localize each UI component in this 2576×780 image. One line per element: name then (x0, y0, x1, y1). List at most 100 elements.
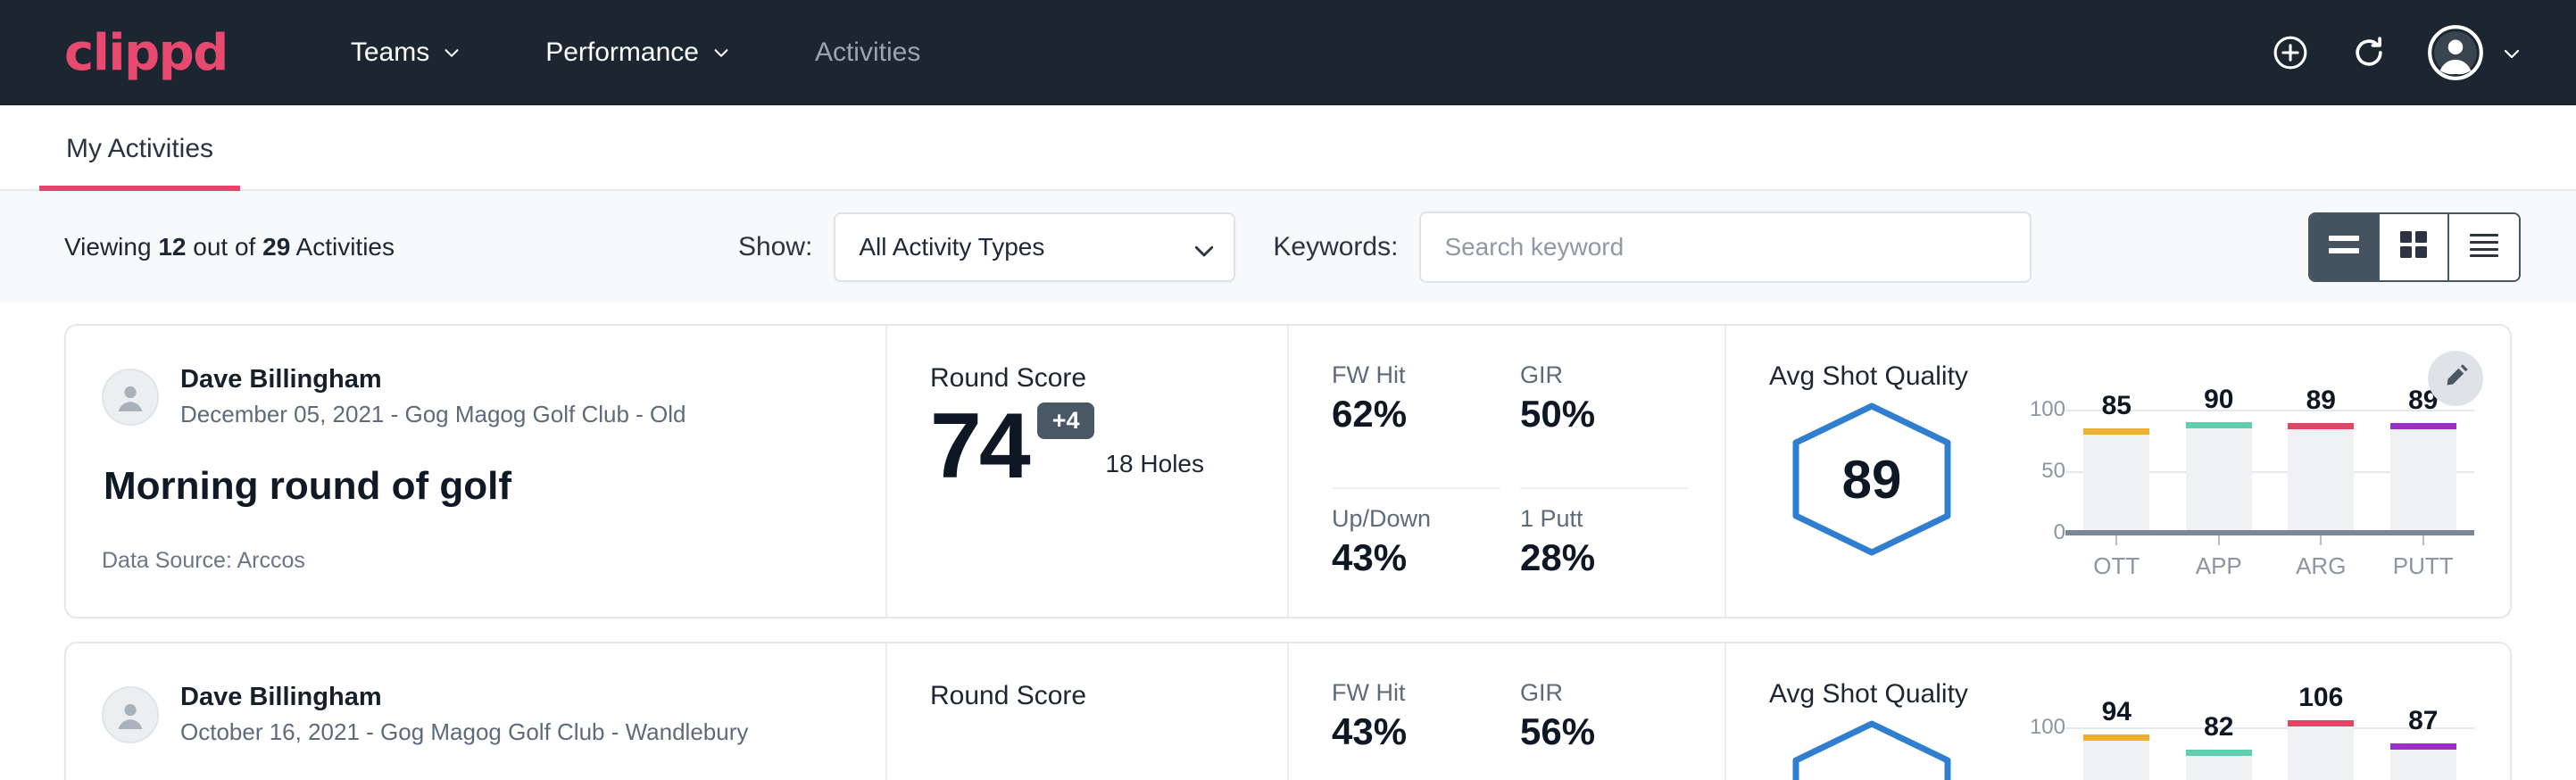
stat-fw-hit-value: 43% (1332, 710, 1474, 753)
chart-x-axis-line (2065, 530, 2474, 533)
keywords-filter-group: Keywords: (1273, 212, 2032, 283)
shot-quality-body: 050100 948210687 OTTAPPARGPUTT (1769, 715, 2474, 780)
chart-bar-app: 82 (2168, 715, 2271, 780)
round-score-value: 74 (930, 402, 1028, 491)
avatar (102, 369, 159, 426)
round-score-row: 74 +4 18 Holes (930, 402, 1287, 491)
chart-bars: 85908989 (2065, 397, 2474, 533)
avatar (102, 686, 159, 743)
shot-quality-column: Avg Shot Quality 89 050100 85 90 89 89 (1726, 326, 2510, 617)
stat-gir-label: GIR (1520, 361, 1662, 389)
lines-icon (2468, 231, 2500, 262)
plus-circle-icon[interactable] (2271, 33, 2310, 72)
round-score-label: Round Score (930, 681, 1287, 711)
stat-up-down-value: 43% (1332, 536, 1474, 579)
view-mode-list-button[interactable] (2310, 214, 2380, 280)
search-input[interactable] (1419, 212, 2032, 283)
chart-bar-rect (2288, 423, 2354, 533)
show-filter-group: Show: All Activity Types (738, 212, 1235, 282)
show-label: Show: (738, 232, 812, 262)
chart-x-tick-label: ARG (2296, 552, 2346, 580)
activity-author-text: Dave Billingham December 05, 2021 - Gog … (180, 363, 686, 430)
view-mode-toggle (2308, 212, 2521, 282)
stat-fw-hit-value: 62% (1332, 393, 1474, 436)
chart-bar-putt: 87 (2372, 715, 2475, 780)
tab-bar: My Activities (0, 105, 2576, 191)
activity-info-column: Dave Billingham December 05, 2021 - Gog … (66, 326, 887, 617)
chart-bar-value: 87 (2408, 706, 2438, 736)
stat-fw-hit-label: FW Hit (1332, 679, 1474, 707)
viewing-summary: Viewing 12 out of 29 Activities (64, 233, 395, 261)
activity-author-text: Dave Billingham October 16, 2021 - Gog M… (180, 681, 748, 748)
chevron-down-icon (1191, 237, 1210, 257)
view-mode-detail-button[interactable] (2449, 214, 2519, 280)
edit-activity-button[interactable] (2428, 351, 2483, 406)
chart-bar-putt: 89 (2372, 397, 2475, 533)
chart-bar-arg: 106 (2270, 715, 2372, 780)
nav-item-performance[interactable]: Performance (520, 37, 756, 68)
activity-author: Dave Billingham December 05, 2021 - Gog … (102, 363, 885, 430)
shot-quality-hexagon: 89 (1769, 397, 1974, 558)
nav-actions (2271, 25, 2521, 80)
nav-item-activities[interactable]: Activities (790, 37, 945, 68)
chart-plot-area: 85908989 (2065, 397, 2474, 533)
activity-list: Dave Billingham December 05, 2021 - Gog … (0, 303, 2576, 780)
top-navigation-bar: clippd Teams Performance Activities (0, 0, 2576, 105)
chart-bar-cap (2186, 422, 2252, 428)
chart-y-tick-label: 50 (2041, 459, 2065, 484)
activity-info-column: Dave Billingham October 16, 2021 - Gog M… (66, 643, 887, 780)
activity-card[interactable]: Dave Billingham December 05, 2021 - Gog … (64, 324, 2512, 618)
chart-bar-value: 89 (2306, 386, 2336, 416)
chart-bar-rect (2390, 423, 2456, 533)
nav-item-performance-label: Performance (545, 37, 699, 68)
chart-x-tick-ott: OTT (2065, 533, 2168, 580)
viewing-total: 29 (262, 233, 290, 261)
chart-bar-cap (2083, 734, 2149, 741)
chart-bar-value: 94 (2102, 697, 2131, 727)
primary-nav: Teams Performance Activities (326, 37, 979, 68)
stat-fw-hit: FW Hit 43% (1332, 679, 1500, 780)
activity-type-select[interactable]: All Activity Types (834, 212, 1235, 282)
activity-author-name: Dave Billingham (180, 681, 748, 713)
chart-bar-value: 85 (2102, 391, 2131, 421)
viewing-prefix: Viewing (64, 233, 152, 261)
activity-author: Dave Billingham October 16, 2021 - Gog M… (102, 681, 885, 748)
chevron-down-icon (2501, 43, 2521, 62)
stat-one-putt: 1 Putt 28% (1520, 489, 1689, 617)
stat-fw-hit: FW Hit 62% (1332, 361, 1500, 489)
chart-x-tick-label: OTT (2093, 552, 2140, 580)
chart-gridline (2065, 533, 2474, 535)
chart-bar-rect (2083, 734, 2149, 780)
chart-y-tick-label: 100 (2030, 715, 2065, 740)
activity-author-name: Dave Billingham (180, 363, 686, 395)
refresh-icon[interactable] (2349, 33, 2389, 72)
chart-bar-rect (2083, 428, 2149, 533)
shot-quality-chart: 050100 85908989 OTTAPPARGPUTT (1974, 397, 2474, 580)
activity-meta: December 05, 2021 - Gog Magog Golf Club … (180, 399, 686, 430)
activity-data-source: Data Source: Arccos (102, 548, 885, 574)
activity-card[interactable]: Dave Billingham October 16, 2021 - Gog M… (64, 642, 2512, 780)
shot-quality-column: Avg Shot Quality 050100 948210687 (1726, 643, 2510, 780)
pencil-icon (2442, 363, 2469, 394)
chart-plot-area: 948210687 (2065, 715, 2474, 780)
list-compact-icon (2326, 231, 2362, 262)
chart-y-axis: 050100 (2010, 397, 2065, 533)
round-score-label: Round Score (930, 363, 1287, 394)
chart-bar-app: 90 (2168, 397, 2271, 533)
chart-bar-rect (2186, 422, 2252, 533)
tab-my-activities[interactable]: My Activities (39, 134, 240, 191)
nav-item-teams-label: Teams (351, 37, 429, 68)
account-menu[interactable] (2428, 25, 2521, 80)
view-mode-grid-button[interactable] (2380, 214, 2449, 280)
nav-item-teams[interactable]: Teams (326, 37, 486, 68)
chart-bar-value: 106 (2298, 683, 2343, 713)
avg-shot-quality-value (1787, 718, 1957, 780)
viewing-middle: out of (193, 233, 255, 261)
chart-bar-rect (2390, 743, 2456, 780)
app-logo[interactable]: clippd (64, 24, 228, 82)
chart-x-tick-label: APP (2196, 552, 2242, 580)
avg-shot-quality-label: Avg Shot Quality (1769, 361, 2474, 392)
round-score-column: Round Score (887, 643, 1289, 780)
chart-x-tick-label: PUTT (2393, 552, 2454, 580)
chart-bar-cap (2390, 423, 2456, 429)
